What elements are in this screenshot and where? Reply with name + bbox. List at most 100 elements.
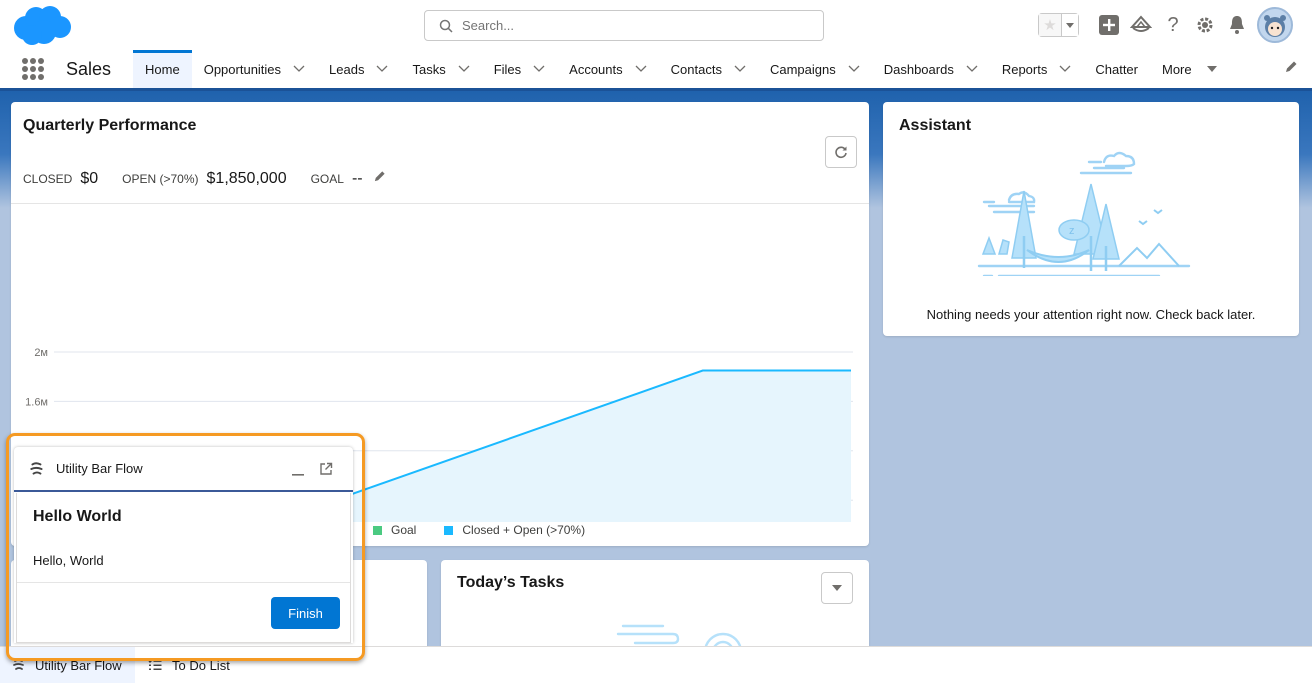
nav-item-tasks[interactable]: Tasks — [400, 50, 481, 88]
refresh-button[interactable] — [825, 136, 857, 168]
open-value: $1,850,000 — [206, 170, 287, 187]
nav-item-label: Opportunities — [203, 61, 282, 77]
nav-item-leads[interactable]: Leads — [317, 50, 400, 88]
global-header: ★ ? — [0, 0, 1312, 50]
assistant-empty-message: Nothing needs your attention right now. … — [926, 307, 1256, 322]
minimize-icon — [292, 473, 304, 476]
legend-item-goal[interactable]: Goal — [373, 523, 416, 537]
utility-item-label: To Do List — [172, 657, 230, 673]
app-launcher-icon[interactable] — [22, 58, 44, 80]
nav-item-label: More — [1162, 61, 1192, 77]
y-tick-label: 1.6м — [25, 396, 48, 408]
nav-item-opportunities[interactable]: Opportunities — [192, 50, 317, 88]
notifications-button[interactable] — [1221, 15, 1253, 35]
flow-screen: Hello World Hello, World Finish — [16, 493, 351, 643]
app-name: Sales — [66, 58, 112, 79]
finish-button[interactable]: Finish — [271, 597, 340, 629]
astro-avatar-icon — [1264, 15, 1286, 37]
closed-label: CLOSED — [23, 172, 73, 186]
todays-tasks-card: Today’s Tasks — [441, 560, 869, 660]
open-label: OPEN (>70%) — [122, 172, 199, 186]
chevron-down-icon[interactable] — [1059, 65, 1071, 73]
card-title: Today’s Tasks — [457, 574, 565, 591]
minimize-button[interactable] — [287, 458, 309, 480]
chevron-down-icon[interactable] — [635, 65, 647, 73]
plus-icon — [1099, 15, 1119, 35]
search-icon — [439, 19, 453, 33]
favorites-group: ★ — [1038, 13, 1079, 37]
caret-down-icon — [1066, 22, 1074, 28]
setup-button[interactable] — [1189, 15, 1221, 35]
legend-swatch — [373, 525, 382, 535]
utility-item-utility-bar-flow[interactable]: Utility Bar Flow — [0, 646, 135, 683]
nav-item-label: Accounts — [569, 61, 623, 77]
edit-goal-button[interactable] — [373, 170, 386, 188]
help-button[interactable]: ? — [1157, 14, 1189, 37]
nav-item-home[interactable]: Home — [133, 50, 192, 88]
search-input[interactable] — [462, 18, 802, 33]
panel-title: Utility Bar Flow — [56, 461, 143, 476]
nav-item-campaigns[interactable]: Campaigns — [758, 50, 872, 88]
utility-item-to-do-list[interactable]: To Do List — [135, 647, 243, 683]
flow-display-text: Hello, World — [33, 553, 104, 568]
nav-item-contacts[interactable]: Contacts — [659, 50, 758, 88]
gear-icon — [1197, 17, 1213, 33]
pop-out-icon — [320, 462, 333, 475]
nav-item-label: Tasks — [412, 61, 446, 77]
svg-text:z: z — [1069, 225, 1075, 237]
nav-item-label: Dashboards — [883, 61, 954, 77]
favorites-dropdown-button[interactable] — [1061, 14, 1078, 36]
help-icon: ? — [1167, 13, 1179, 36]
utility-bar-flow-panel: Utility Bar Flow Hello World Hello, Worl… — [14, 447, 353, 643]
nav-item-label: Contacts — [670, 61, 722, 77]
checklist-icon — [148, 659, 162, 670]
tasks-filter-dropdown[interactable] — [821, 572, 853, 604]
nav-item-label: Home — [145, 61, 180, 77]
favorite-star-icon[interactable]: ★ — [1039, 14, 1061, 36]
chevron-down-icon[interactable] — [848, 65, 860, 73]
chevron-down-icon[interactable] — [458, 65, 470, 73]
global-create-button[interactable] — [1093, 15, 1125, 35]
assistant-card: Assistant z Nothing needs your attention… — [883, 102, 1299, 336]
legend-label: Goal — [391, 523, 417, 537]
pop-out-button[interactable] — [315, 458, 337, 480]
user-avatar[interactable] — [1257, 7, 1293, 43]
global-search[interactable] — [424, 10, 824, 41]
caret-down-icon[interactable] — [1206, 65, 1218, 73]
nav-item-chatter[interactable]: Chatter — [1083, 50, 1150, 88]
nav-item-dashboards[interactable]: Dashboards — [872, 50, 990, 88]
nav-item-files[interactable]: Files — [482, 50, 557, 88]
utility-bar: Utility Bar Flow To Do List — [0, 646, 1312, 683]
closed-value: $0 — [80, 170, 99, 187]
utility-item-label: Utility Bar Flow — [35, 657, 122, 673]
chevron-down-icon[interactable] — [966, 65, 978, 73]
y-tick-label: 2м — [34, 347, 48, 359]
nav-item-more[interactable]: More — [1150, 50, 1230, 88]
nav-bottom-border — [0, 88, 1312, 91]
legend-item-closed-open[interactable]: Closed + Open (>70%) — [444, 523, 585, 537]
chart-legend: Goal Closed + Open (>70%) — [373, 523, 613, 537]
pencil-icon — [1286, 61, 1297, 72]
flow-icon — [30, 461, 43, 475]
refresh-icon — [835, 146, 847, 159]
salesforce-logo[interactable] — [12, 4, 72, 46]
chevron-down-icon[interactable] — [376, 65, 388, 73]
performance-metrics: CLOSED $0 OPEN (>70%) $1,850,000 GOAL -- — [23, 170, 386, 188]
panel-actions — [281, 458, 337, 480]
pencil-icon — [374, 171, 385, 182]
legend-swatch — [444, 525, 454, 535]
divider — [17, 582, 350, 583]
chevron-down-icon[interactable] — [533, 65, 545, 73]
chevron-down-icon[interactable] — [293, 65, 305, 73]
trailhead-button[interactable] — [1125, 15, 1157, 35]
nav-item-label: Files — [493, 61, 522, 77]
bell-icon — [1230, 16, 1244, 34]
edit-nav-button[interactable] — [1284, 60, 1298, 79]
chevron-down-icon[interactable] — [734, 65, 746, 73]
nav-item-label: Chatter — [1095, 61, 1138, 77]
nav-item-accounts[interactable]: Accounts — [557, 50, 658, 88]
nav-item-reports[interactable]: Reports — [990, 50, 1084, 88]
card-title: Quarterly Performance — [23, 117, 197, 134]
nav-item-label: Leads — [329, 61, 365, 77]
nav-item-label: Campaigns — [769, 61, 836, 77]
